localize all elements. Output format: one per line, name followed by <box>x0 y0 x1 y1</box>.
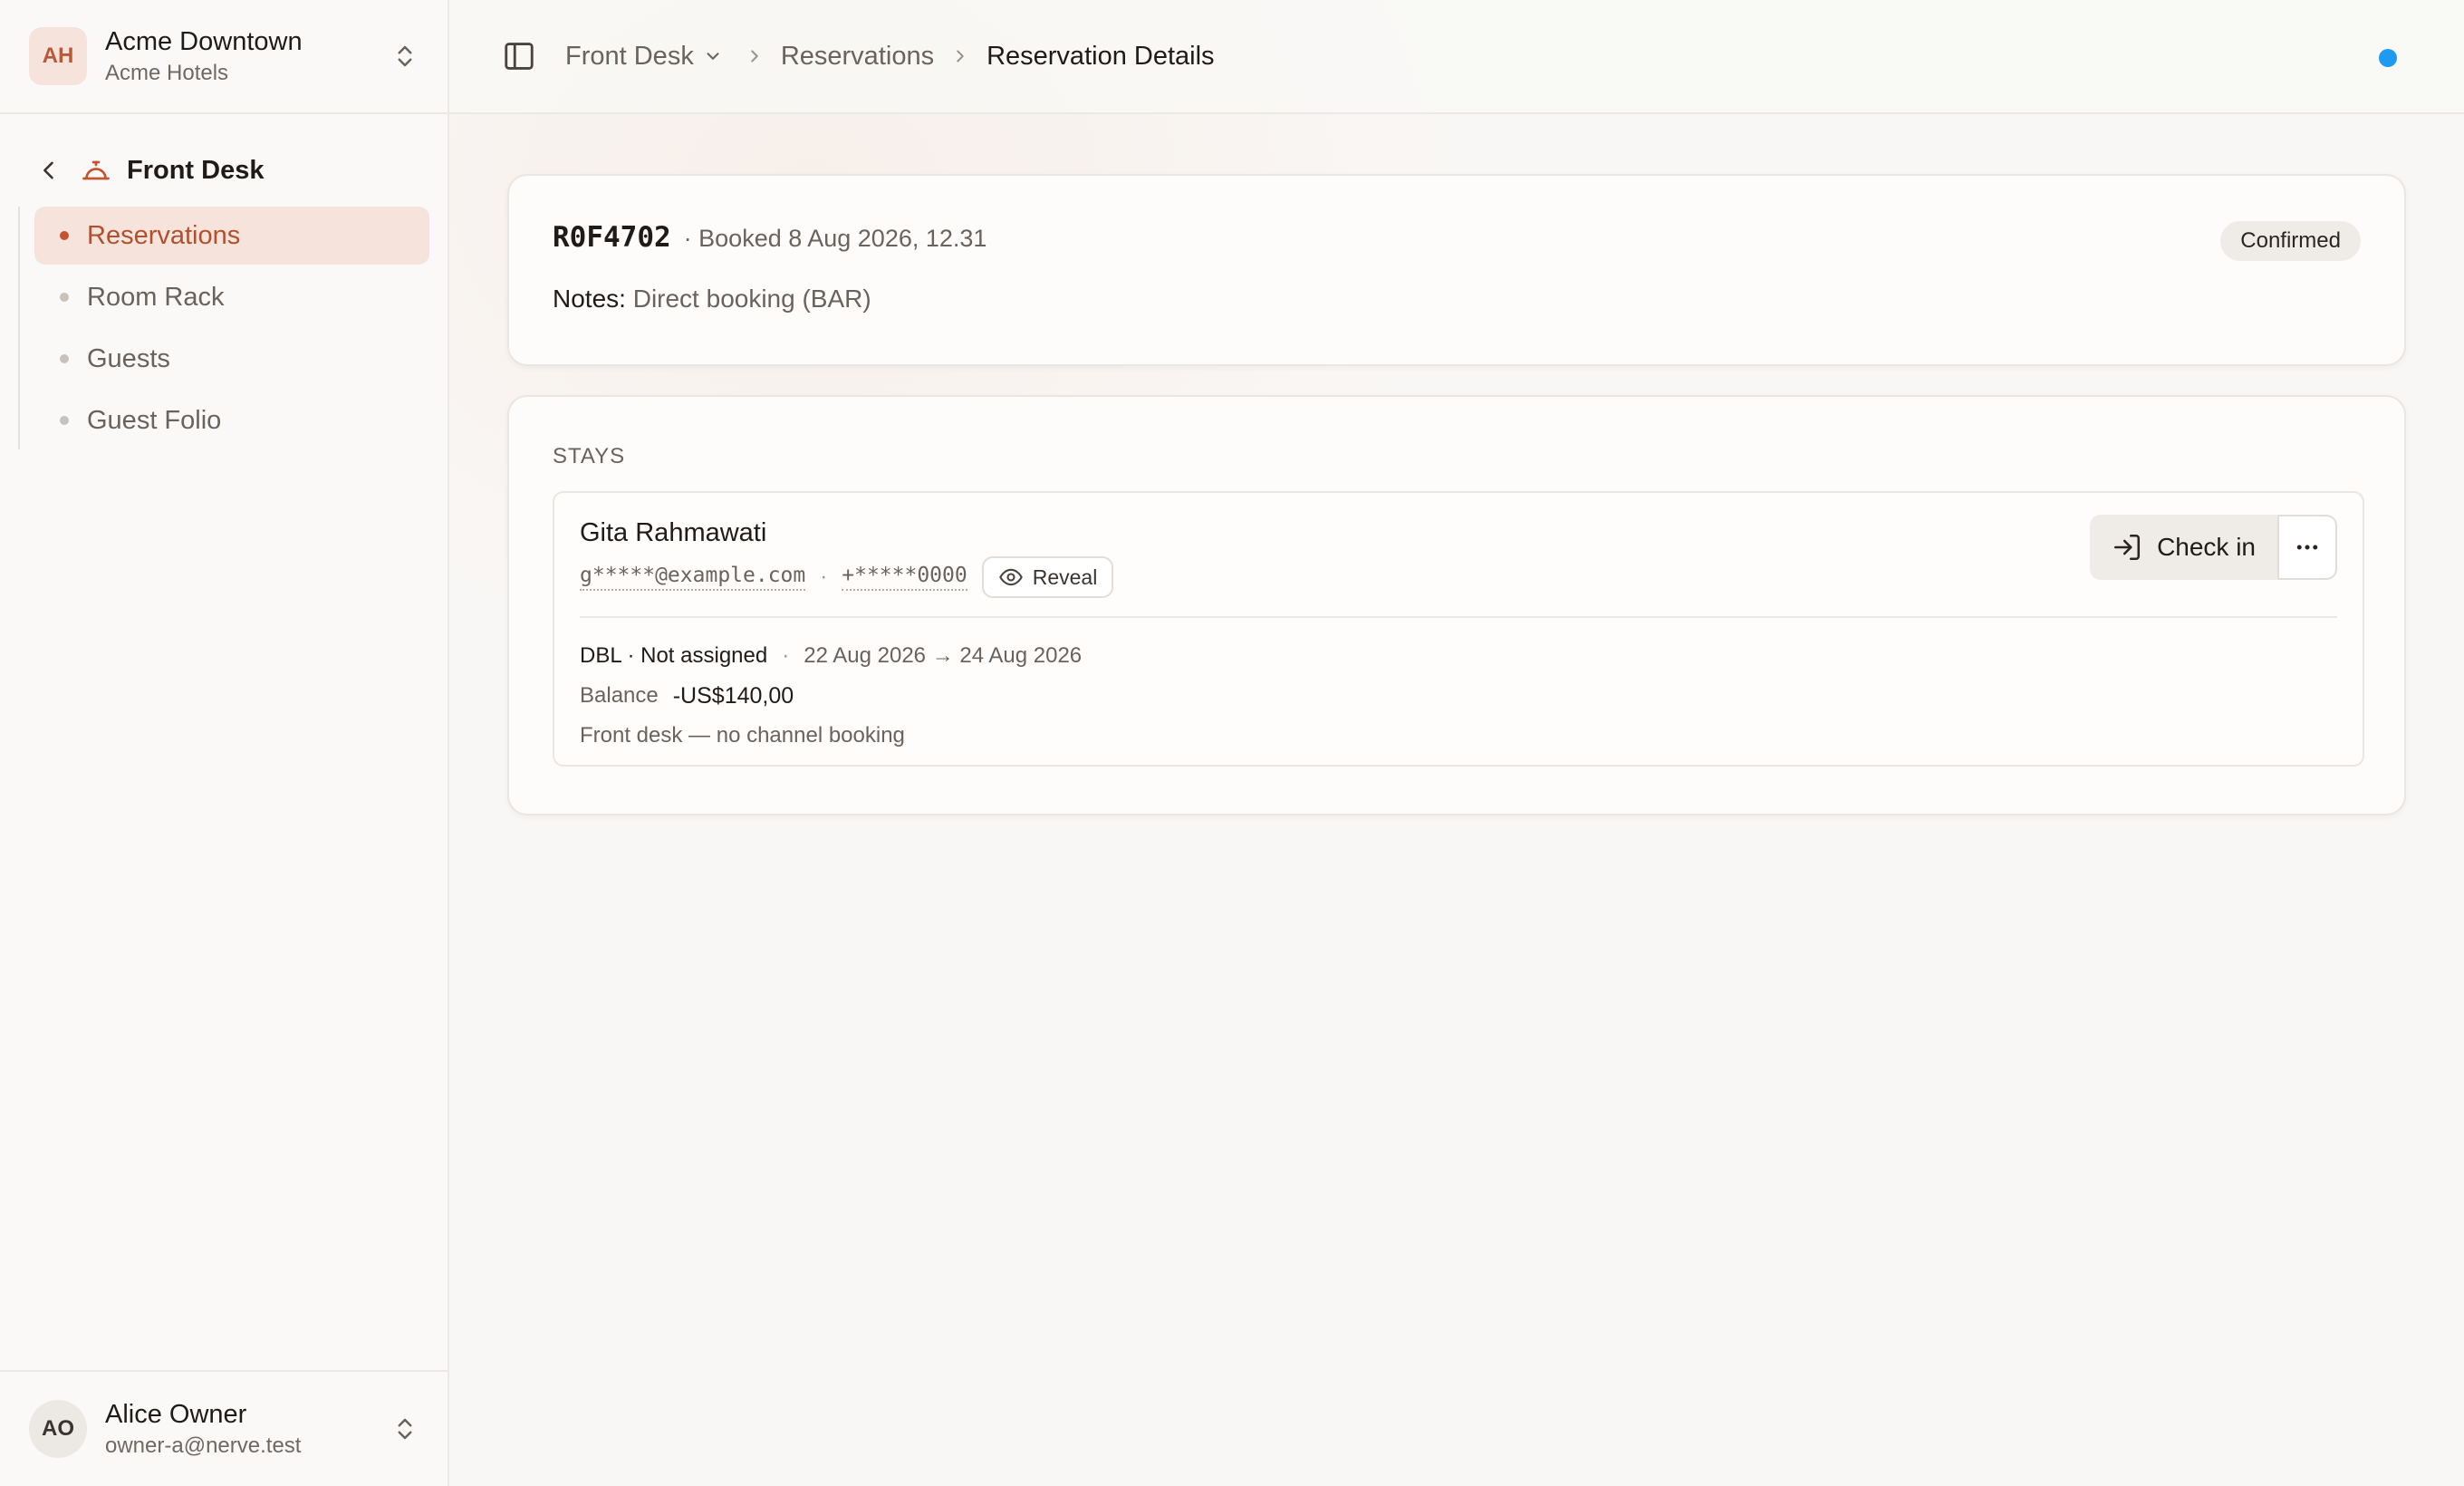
sidebar-toggle-icon[interactable] <box>502 39 536 73</box>
masked-email: g*****@example.com <box>580 564 806 591</box>
eye-icon <box>999 568 1023 586</box>
masked-phone: +*****0000 <box>842 564 967 591</box>
room-separator: · <box>782 643 790 668</box>
balance-info: Balance -US$140,00 <box>580 683 794 709</box>
topbar: Front Desk Reservations Reservation Deta… <box>449 0 2464 114</box>
status-badge: Confirmed <box>2220 221 2361 261</box>
chevron-up-down-icon <box>398 1418 412 1440</box>
nav-dot-icon <box>60 416 69 425</box>
nav-list: Reservations Room Rack Guests Guest Foli… <box>18 207 448 449</box>
chevron-up-down-icon <box>398 45 412 67</box>
section-header[interactable]: Front Desk <box>0 141 448 199</box>
check-in-button[interactable]: Check in <box>2090 515 2277 580</box>
user-name: Alice Owner <box>105 1399 247 1429</box>
nav-dot-icon <box>60 354 69 363</box>
chevron-right-icon <box>751 50 758 63</box>
sidebar-item-label: Reservations <box>87 220 241 250</box>
stay-dates: 22 Aug 2026 → 24 Aug 2026 <box>804 643 1083 668</box>
stays-title: STAYS <box>553 444 626 468</box>
sidebar-item-room-rack[interactable]: Room Rack <box>34 268 429 326</box>
nav-dot-icon <box>60 231 69 240</box>
stays-card: STAYS Gita Rahmawati g*****@example.com … <box>507 395 2406 815</box>
status-indicator <box>2379 49 2397 67</box>
stay-item: Gita Rahmawati g*****@example.com · +***… <box>553 491 2364 767</box>
balance-label: Balance <box>580 683 659 708</box>
reservation-code: R0F4702 <box>553 221 671 254</box>
breadcrumb-current: Reservation Details <box>987 41 1215 71</box>
sidebar: AH Acme Downtown Acme Hotels Front Desk <box>0 0 449 1486</box>
guest-contact: g*****@example.com · +*****0000 Reveal <box>580 556 1114 598</box>
org-name: Acme Downtown <box>105 26 303 56</box>
breadcrumb: Front Desk Reservations Reservation Deta… <box>565 42 1215 72</box>
room-type: DBL · Not assigned <box>580 643 768 668</box>
breadcrumb-front-desk[interactable]: Front Desk <box>565 42 694 72</box>
log-in-icon <box>2114 534 2141 561</box>
app: AH Acme Downtown Acme Hotels Front Desk <box>0 0 2464 1486</box>
stay-actions: Check in <box>2090 515 2337 580</box>
sidebar-item-reservations[interactable]: Reservations <box>34 207 429 265</box>
org-avatar: AH <box>29 27 87 85</box>
check-in-label: Check in <box>2157 533 2256 561</box>
sidebar-item-guest-folio[interactable]: Guest Folio <box>34 391 429 449</box>
sidebar-item-label: Guests <box>87 343 170 373</box>
sidebar-item-label: Room Rack <box>87 282 225 312</box>
user-email: owner-a@nerve.test <box>105 1433 302 1458</box>
chevron-right-icon <box>957 50 964 63</box>
notes-label: Notes: <box>553 285 626 313</box>
main-content: Front Desk Reservations Reservation Deta… <box>449 0 2464 1486</box>
notes-value: Direct booking (BAR) <box>632 285 871 313</box>
chevron-down-icon[interactable] <box>703 46 723 66</box>
reveal-button[interactable]: Reveal <box>981 556 1114 598</box>
nav-dot-icon <box>60 293 69 302</box>
stay-divider <box>580 616 2337 618</box>
org-company: Acme Hotels <box>105 60 229 85</box>
reservation-summary-card: R0F4702 · Booked 8 Aug 2026, 12.31 Notes… <box>507 174 2406 366</box>
concierge-bell-icon <box>82 160 110 180</box>
user-avatar: AO <box>29 1400 87 1458</box>
sidebar-item-label: Guest Folio <box>87 405 222 435</box>
balance-value: -US$140,00 <box>672 683 794 709</box>
reservation-header: R0F4702 · Booked 8 Aug 2026, 12.31 <box>553 221 987 254</box>
room-info: DBL · Not assigned · 22 Aug 2026 → 24 Au… <box>580 643 1082 669</box>
section-title: Front Desk <box>127 155 265 185</box>
org-switcher[interactable]: AH Acme Downtown Acme Hotels <box>0 0 448 114</box>
reveal-label: Reveal <box>1032 564 1098 589</box>
channel-info: Front desk — no channel booking <box>580 723 905 748</box>
breadcrumb-reservations[interactable]: Reservations <box>781 42 934 72</box>
org-text: Acme Downtown Acme Hotels <box>105 27 391 86</box>
user-text: Alice Owner owner-a@nerve.test <box>105 1400 391 1459</box>
reservation-notes: Notes: Direct booking (BAR) <box>553 285 871 314</box>
guest-name: Gita Rahmawati <box>580 518 767 547</box>
sidebar-item-guests[interactable]: Guests <box>34 330 429 388</box>
booked-timestamp: · Booked 8 Aug 2026, 12.31 <box>683 225 987 252</box>
chevron-left-icon[interactable] <box>36 158 62 183</box>
user-switcher[interactable]: AO Alice Owner owner-a@nerve.test <box>0 1370 448 1486</box>
more-actions-button[interactable] <box>2277 515 2337 580</box>
contact-separator: · <box>820 564 828 589</box>
sidebar-nav: Front Desk Reservations Room Rack Guests <box>0 114 448 449</box>
more-horizontal-icon <box>2296 545 2318 550</box>
